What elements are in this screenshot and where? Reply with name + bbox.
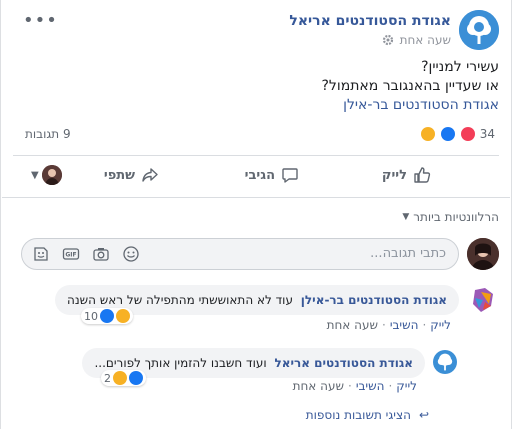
comment-composer[interactable]: GIF <box>21 238 459 270</box>
divider <box>13 155 499 156</box>
show-more-replies-link[interactable]: ↩ הציגי תשובות נוספות <box>306 408 429 422</box>
sort-label: הרלוונטיות ביותר <box>413 210 499 224</box>
reaction-summary[interactable]: 34 <box>419 126 499 142</box>
reply-avatar[interactable] <box>433 350 457 374</box>
more-replies-label: הציגי תשובות נוספות <box>305 408 411 422</box>
comment-sort-dropdown[interactable]: הרלוונטיות ביותר ▼ <box>402 210 499 224</box>
composer-toolbar: GIF <box>32 245 140 263</box>
haha-icon <box>116 309 130 323</box>
sticker-icon[interactable] <box>32 245 50 263</box>
chevron-down-icon: ▼ <box>31 169 39 181</box>
page-name-link[interactable]: אגודת הסטודנטים אריאל <box>289 13 451 29</box>
comment-text: עוד לא התאוששתי מהתפילה של ראש השנה <box>66 293 293 307</box>
comment-icon <box>282 168 298 183</box>
reply-reply-link[interactable]: השיבי <box>356 379 385 393</box>
reaction-count: 34 <box>479 127 495 141</box>
like-icon <box>100 309 114 323</box>
user-avatar <box>41 165 62 185</box>
emoji-icon[interactable] <box>122 245 140 263</box>
gear-icon <box>382 34 393 46</box>
tree-logo-icon <box>433 350 457 374</box>
colorful-logo-icon <box>467 284 499 316</box>
love-icon <box>459 126 476 142</box>
share-button[interactable]: שתפי <box>104 166 159 184</box>
page-avatar[interactable] <box>459 10 499 50</box>
comment-label: הגיבי <box>244 167 275 183</box>
comment-reactions[interactable]: 10 <box>81 308 133 324</box>
divider <box>2 197 510 198</box>
tree-logo-icon <box>459 10 499 50</box>
reply-reactions[interactable]: 2 <box>101 370 146 386</box>
reply-reaction-count: 2 <box>104 371 111 385</box>
comment-count-link[interactable]: 9 תגובות <box>25 127 71 141</box>
comment-input[interactable] <box>206 246 446 261</box>
like-label: לייק <box>381 167 407 183</box>
svg-text:GIF: GIF <box>65 252 76 259</box>
like-icon <box>439 126 456 142</box>
comment-reply-link[interactable]: השיבי <box>390 318 419 332</box>
comment-time[interactable]: שעה אחת <box>327 318 378 332</box>
commenter-avatar[interactable] <box>467 284 499 316</box>
post-line-1: עשירי למניין? <box>421 59 499 75</box>
facebook-post: אגודת הסטודנטים אריאל שעה אחת ••• עשירי … <box>0 0 512 429</box>
share-arrow-icon <box>142 168 158 182</box>
comment-reaction-count: 10 <box>84 309 98 323</box>
thumbs-up-icon <box>414 167 431 183</box>
haha-icon <box>113 371 127 385</box>
reply-time[interactable]: שעה אחת <box>293 379 344 393</box>
comment-author-link[interactable]: אגודת הסטודנטים בר-אילן <box>301 293 447 307</box>
camera-icon[interactable] <box>92 245 110 263</box>
reply-arrow-icon: ↩ <box>418 408 429 422</box>
audience-selector[interactable]: ▼ <box>31 165 62 185</box>
post-time[interactable]: שעה אחת <box>400 33 451 47</box>
like-icon <box>129 371 143 385</box>
reply-like-link[interactable]: לייק <box>396 379 417 393</box>
more-options-icon[interactable]: ••• <box>23 10 58 31</box>
reply-text: ועוד חשבנו להזמין אותך לפורים... <box>94 356 267 370</box>
like-button[interactable]: לייק <box>382 166 431 184</box>
comment-actions: לייק · השיבי · שעה אחת <box>326 318 451 332</box>
post-meta: שעה אחת <box>382 33 451 47</box>
tagged-page-link[interactable]: אגודת הסטודנטים בר-אילן <box>19 96 499 115</box>
chevron-down-icon: ▼ <box>402 212 410 222</box>
gif-icon[interactable]: GIF <box>62 245 80 263</box>
post-line-2: או שעדיין בהאנגובר מאתמול? <box>321 78 500 94</box>
share-label: שתפי <box>103 167 135 183</box>
haha-icon <box>419 126 436 142</box>
reply-actions: לייק · השיבי · שעה אחת <box>292 379 417 393</box>
user-avatar <box>467 238 499 270</box>
comment-like-link[interactable]: לייק <box>430 318 451 332</box>
reply-author-link[interactable]: אגודת הסטודנטים אריאל <box>274 356 413 370</box>
comment-button[interactable]: הגיבי <box>245 166 299 184</box>
post-text: עשירי למניין? או שעדיין בהאנגובר מאתמול?… <box>19 58 500 115</box>
